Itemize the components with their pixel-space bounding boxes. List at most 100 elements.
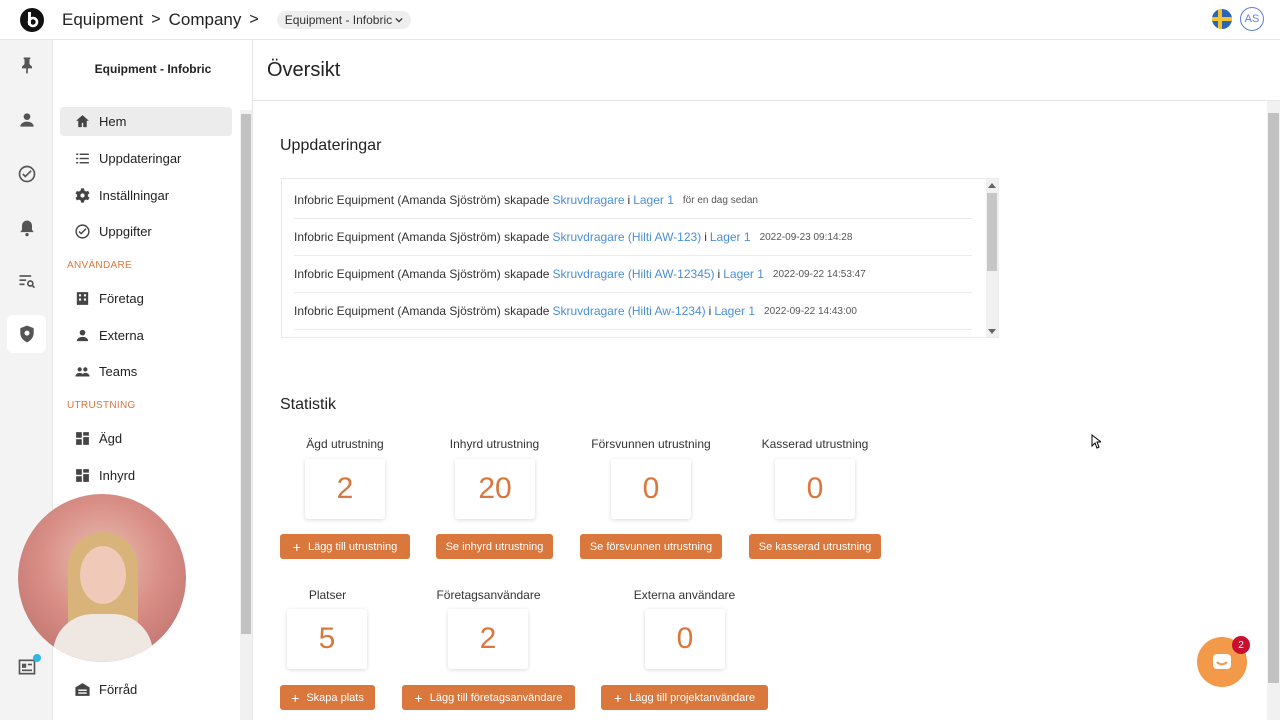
sidebar-item-label: Förråd [99, 682, 138, 697]
check-circle-icon [75, 224, 90, 239]
breadcrumb-app[interactable]: Equipment [62, 10, 143, 30]
update-separator: i [708, 304, 712, 318]
view-discarded-button[interactable]: Se kasserad utrustning [749, 534, 881, 559]
stat-label: Externa användare [633, 588, 736, 602]
list-item: Infobric Equipment (Amanda Sjöström) ska… [294, 293, 972, 330]
company-icon [76, 292, 89, 305]
list-item: Infobric Equipment (Amanda Sjöström) ska… [294, 256, 972, 293]
workspace-selector[interactable]: Equipment - Infobric [276, 10, 412, 29]
stat-label: Företagsanvändare [436, 588, 541, 602]
news-notification-dot-icon [33, 654, 41, 662]
plus-icon: + [613, 689, 623, 706]
view-rented-button-label: Se inhyrd utrustning [445, 540, 544, 553]
update-actor: Infobric Equipment (Amanda Sjöström) ska… [294, 304, 550, 318]
person-icon[interactable] [7, 101, 46, 139]
updates-scrollbar-thumb[interactable] [987, 193, 997, 271]
update-item-link[interactable]: Skruvdragare (Hilti AW-12345) [552, 267, 714, 281]
sidebar-item-forrad[interactable]: Förråd [60, 675, 232, 704]
scroll-up-arrow-icon[interactable] [988, 183, 996, 188]
home-icon [76, 115, 89, 128]
sidebar-item-teams[interactable]: Teams [60, 357, 232, 386]
update-separator: i [627, 193, 631, 207]
main-scrollbar-thumb[interactable] [1268, 113, 1279, 683]
chevron-down-icon [395, 17, 403, 23]
update-item-link[interactable]: Skruvdragare (Hilti AW-123) [552, 230, 701, 244]
sidebar-item-uppgifter[interactable]: Uppgifter [60, 217, 232, 246]
sidebar-title: Equipment - Infobric [94, 62, 212, 76]
sidebar-item-externa[interactable]: Externa [60, 321, 232, 350]
chat-icon [1213, 654, 1231, 669]
sidebar-item-inhyrd[interactable]: Inhyrd [60, 461, 232, 490]
user-avatar[interactable]: AS [1240, 7, 1264, 31]
breadcrumb-company[interactable]: Company [169, 10, 242, 30]
update-actor: Infobric Equipment (Amanda Sjöström) ska… [294, 193, 550, 207]
language-flag-icon[interactable] [1212, 9, 1232, 29]
plus-icon: + [291, 689, 300, 706]
stat-value-owned: 2 [305, 459, 385, 519]
list-item: Infobric Equipment (Amanda Sjöström) ska… [294, 219, 972, 256]
update-location-link[interactable]: Lager 1 [714, 304, 755, 318]
stat-label: Ägd utrustning [306, 437, 384, 451]
mouse-cursor-icon [1091, 434, 1101, 449]
grid-icon [76, 432, 89, 445]
warehouse-icon [75, 683, 90, 696]
breadcrumb-separator-icon: > [249, 10, 259, 28]
sidebar-item-hem[interactable]: Hem [60, 107, 232, 136]
sidebar-item-label: Inställningar [99, 188, 170, 203]
stat-value-company-users: 2 [448, 609, 528, 669]
add-equipment-button[interactable]: + Lägg till utrustning [280, 534, 410, 559]
sidebar-scrollbar[interactable] [240, 110, 252, 720]
page-title: Översikt [267, 59, 341, 81]
sidebar-item-label: Teams [99, 364, 138, 379]
sidebar-item-label: Uppdateringar [99, 151, 182, 166]
update-item-link[interactable]: Skruvdragare (Hilti Aw-1234) [552, 304, 705, 318]
group-icon [75, 367, 90, 377]
top-bar: Equipment > Company > Equipment - Infobr… [0, 0, 1280, 40]
sidebar-item-label: Hem [99, 114, 127, 129]
stat-value-missing: 0 [611, 459, 691, 519]
sidebar-item-agd[interactable]: Ägd [60, 424, 232, 453]
stat-value-rented: 20 [455, 459, 535, 519]
view-discarded-button-label: Se kasserad utrustning [758, 540, 872, 553]
shield-icon[interactable] [7, 315, 46, 353]
scroll-down-arrow-icon[interactable] [988, 329, 996, 334]
page-header: Översikt [253, 40, 1280, 101]
update-separator: i [704, 230, 707, 244]
gear-icon [75, 188, 90, 203]
update-item-link[interactable]: Skruvdragare [552, 193, 624, 207]
update-location-link[interactable]: Lager 1 [710, 230, 751, 244]
stat-label: Platser [308, 588, 347, 602]
update-location-link[interactable]: Lager 1 [633, 193, 674, 207]
update-location-link[interactable]: Lager 1 [723, 267, 764, 281]
view-missing-button[interactable]: Se försvunnen utrustning [580, 534, 722, 559]
add-company-user-button[interactable]: + Lägg till företagsanvändare [402, 685, 575, 710]
sidebar-item-uppdateringar[interactable]: Uppdateringar [60, 144, 232, 173]
add-project-user-button[interactable]: + Lägg till projektanvändare [601, 685, 768, 710]
sidebar-section-users: ANVÄNDARE [67, 260, 132, 271]
updates-scrollbar[interactable] [986, 179, 998, 337]
bell-icon[interactable] [7, 209, 46, 247]
news-icon[interactable] [7, 648, 46, 686]
create-place-button[interactable]: + Skapa plats [280, 685, 375, 710]
add-equipment-button-label: Lägg till utrustning [307, 540, 398, 553]
stat-label: Kasserad utrustning [761, 437, 869, 451]
check-circle-icon[interactable] [7, 155, 46, 193]
view-rented-button[interactable]: Se inhyrd utrustning [436, 534, 553, 559]
webcam-body [53, 614, 153, 662]
grid-icon [76, 469, 89, 482]
sidebar-item-installningar[interactable]: Inställningar [60, 181, 232, 210]
view-missing-button-label: Se försvunnen utrustning [589, 540, 713, 553]
sidebar-item-foretag[interactable]: Företag [60, 284, 232, 313]
statistics-heading: Statistik [280, 396, 337, 413]
stat-value-external-users: 0 [645, 609, 725, 669]
main-scrollbar[interactable] [1267, 101, 1280, 720]
plus-icon: + [414, 689, 423, 706]
list-item: Infobric Equipment (Amanda Sjöström) ska… [294, 182, 972, 219]
update-actor: Infobric Equipment (Amanda Sjöström) ska… [294, 267, 550, 281]
search-list-icon[interactable] [7, 262, 46, 300]
pin-icon[interactable] [7, 46, 46, 84]
app-logo-icon[interactable] [20, 7, 44, 32]
update-actor: Infobric Equipment (Amanda Sjöström) ska… [294, 230, 550, 244]
add-company-user-button-label: Lägg till företagsanvändare [429, 691, 563, 704]
sidebar-scrollbar-thumb[interactable] [241, 114, 251, 634]
